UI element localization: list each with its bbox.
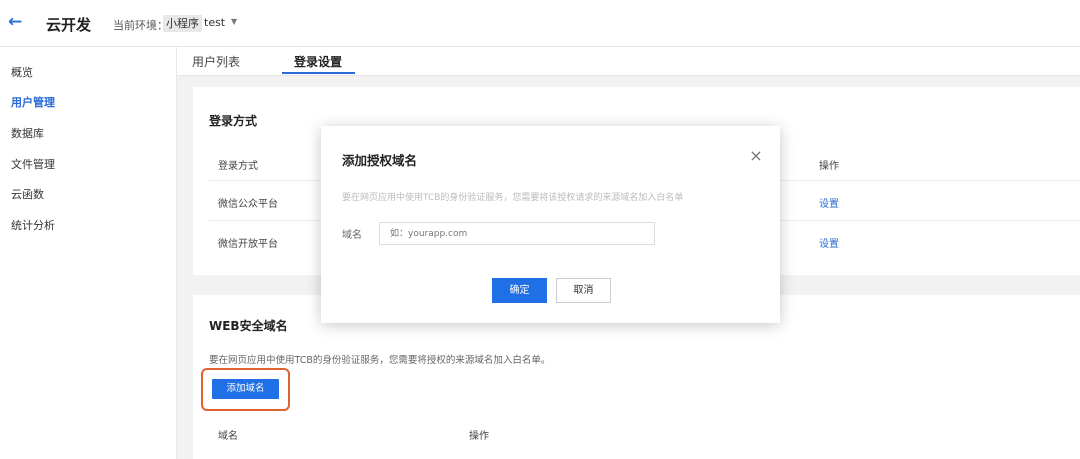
chevron-down-icon[interactable]: ▼ (231, 17, 237, 26)
highlight-outline: 添加域名 (201, 368, 290, 411)
settings-link-wechat-open[interactable]: 设置 (819, 235, 839, 250)
domain-field-label: 域名 (342, 230, 362, 241)
sidebar-item-cloud-functions[interactable]: 云函数 (11, 186, 44, 202)
add-domain-button[interactable]: 添加域名 (212, 379, 279, 399)
tab-login-settings[interactable]: 登录设置 (294, 53, 342, 70)
table-row-method: 微信开放平台 (218, 239, 278, 250)
add-domain-dialog: 添加授权域名 × 要在网页应用中使用TCB的身份验证服务，您需要将该授权请求的来… (321, 126, 780, 323)
active-tab-indicator (282, 72, 355, 74)
dialog-title: 添加授权域名 (342, 153, 418, 168)
sidebar-item-database[interactable]: 数据库 (11, 125, 44, 141)
web-domain-description: 要在网页应用中使用TCB的身份验证服务，您需要将授权的来源域名加入白名单。 (209, 355, 551, 366)
sidebar-item-user-management[interactable]: 用户管理 (11, 94, 55, 110)
column-header-action: 操作 (469, 431, 489, 442)
column-header-domain: 域名 (218, 431, 238, 442)
sidebar-item-file-management[interactable]: 文件管理 (11, 156, 55, 172)
login-methods-title: 登录方式 (209, 114, 258, 128)
sidebar: 概览 用户管理 数据库 文件管理 云函数 统计分析 (0, 47, 177, 459)
app-title: 云开发 (46, 16, 92, 34)
table-row-method: 微信公众平台 (218, 199, 278, 210)
cancel-button[interactable]: 取消 (556, 278, 611, 303)
close-icon[interactable]: × (748, 148, 764, 164)
dialog-description: 要在网页应用中使用TCB的身份验证服务，您需要将该授权请求的来源域名加入白名单 (342, 193, 684, 203)
domain-input[interactable] (379, 222, 655, 245)
column-header-method: 登录方式 (218, 161, 258, 172)
sidebar-item-overview[interactable]: 概览 (11, 64, 33, 80)
env-label: 当前环境： (113, 19, 168, 32)
env-tag: 小程序 (163, 15, 202, 32)
top-bar: ← 云开发 当前环境： 小程序 test ▼ (0, 0, 1080, 47)
settings-link-wechat-official[interactable]: 设置 (819, 195, 839, 210)
column-header-action: 操作 (819, 161, 839, 172)
tab-user-list[interactable]: 用户列表 (192, 53, 240, 70)
env-selector[interactable]: test (204, 16, 225, 29)
sidebar-item-analytics[interactable]: 统计分析 (11, 217, 55, 233)
tab-bar: 用户列表 登录设置 (177, 47, 1080, 76)
web-domain-title: WEB安全域名 (209, 319, 288, 333)
confirm-button[interactable]: 确定 (492, 278, 547, 303)
back-arrow-icon[interactable]: ← (8, 13, 26, 31)
